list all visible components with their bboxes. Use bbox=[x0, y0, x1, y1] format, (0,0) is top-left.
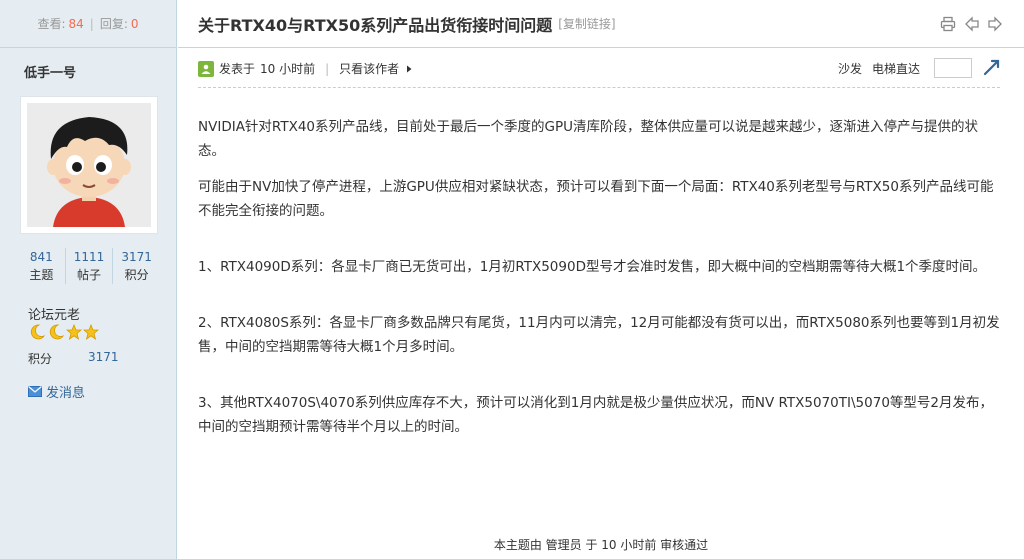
post-paragraph: 1、RTX4090D系列：各显卡厂商已无货可出，1月初RTX5090D型号才会准… bbox=[198, 259, 987, 275]
post-content: NVIDIA针对RTX40系列产品线，目前处于最后一个季度的GPU清库阶段，整体… bbox=[198, 115, 1002, 451]
avatar[interactable] bbox=[20, 96, 158, 234]
post-paragraph: 2、RTX4080S系列：各显卡厂商多数品牌只有尾货，11月内可以清完，12月可… bbox=[198, 315, 1000, 355]
send-message-label[interactable]: 发消息 bbox=[46, 382, 85, 401]
views-count: 84 bbox=[68, 16, 84, 31]
replies-label: 回复: bbox=[99, 17, 128, 31]
post-paragraph: NVIDIA针对RTX40系列产品线，目前处于最后一个季度的GPU清库阶段，整体… bbox=[198, 119, 978, 159]
rank-stars bbox=[28, 324, 99, 340]
post-paragraph: 3、其他RTX4070S\4070系列供应库存不大，预计可以消化到1月内就是极少… bbox=[198, 395, 993, 435]
stats-divider: | bbox=[89, 16, 94, 31]
star-icon bbox=[83, 324, 99, 340]
moon-icon bbox=[30, 324, 46, 340]
cartoon-avatar-icon bbox=[27, 103, 151, 227]
avatar-image[interactable] bbox=[27, 103, 151, 227]
user-rank: 论坛元老 bbox=[28, 308, 81, 323]
thread-stats: 查看: 84 | 回复: 0 bbox=[0, 0, 176, 48]
stat-posts[interactable]: 1111 帖子 bbox=[66, 248, 114, 284]
title-tools bbox=[940, 16, 1002, 32]
only-author-link[interactable]: 只看该作者 bbox=[339, 60, 399, 77]
go-floor-icon[interactable] bbox=[982, 59, 1000, 77]
points-label: 积分 bbox=[28, 352, 53, 366]
views-label: 查看: bbox=[37, 17, 66, 31]
post-paragraph: 可能由于NV加快了停产进程，上游GPU供应相对紧缺状态，预计可以看到下面一个局面… bbox=[198, 179, 994, 219]
stat-points[interactable]: 3171 积分 bbox=[113, 248, 160, 284]
post-nav: 沙发 电梯直达 bbox=[838, 58, 1000, 78]
envelope-icon bbox=[28, 386, 42, 397]
review-note: 本主题由 管理员 于 10 小时前 审核通过 bbox=[493, 538, 709, 552]
post-meta: 发表于 10 小时前 | 只看该作者 沙发 电梯直达 bbox=[198, 56, 1000, 88]
star-icon bbox=[66, 324, 82, 340]
stat-posts-label: 帖子 bbox=[77, 268, 102, 282]
online-status-icon bbox=[198, 60, 214, 77]
send-message-link[interactable]: 发消息 bbox=[28, 382, 85, 401]
prev-thread-icon[interactable] bbox=[965, 16, 979, 32]
page-title: 关于RTX40与RTX50系列产品出货衔接时间问题 bbox=[198, 15, 553, 35]
posted-time: 10 小时前 bbox=[260, 62, 316, 76]
copy-link-button[interactable]: [复制链接] bbox=[558, 15, 615, 32]
print-icon[interactable] bbox=[940, 16, 956, 32]
user-stats: 841 主题 1111 帖子 3171 积分 bbox=[18, 248, 160, 284]
floor-jump-input[interactable] bbox=[934, 58, 972, 78]
stat-topics-label: 主题 bbox=[29, 268, 54, 282]
replies-count: 0 bbox=[130, 16, 139, 31]
posted-prefix: 发表于 bbox=[219, 62, 256, 76]
author-sidebar: 查看: 84 | 回复: 0 低手一号 841 主题 1111 帖子 3171 … bbox=[0, 0, 177, 559]
points-row: 积分 3171 bbox=[28, 350, 119, 367]
post-main: 关于RTX40与RTX50系列产品出货衔接时间问题 [复制链接] 发表于 10 … bbox=[178, 0, 1024, 559]
floor-label: 沙发 bbox=[837, 61, 862, 76]
stat-topics-value[interactable]: 841 bbox=[18, 248, 65, 266]
stat-points-label: 积分 bbox=[124, 268, 149, 282]
title-row: 关于RTX40与RTX50系列产品出货衔接时间问题 [复制链接] bbox=[178, 0, 1024, 48]
elevator-label: 电梯直达 bbox=[871, 61, 920, 76]
next-thread-icon[interactable] bbox=[988, 16, 1002, 32]
moon-icon bbox=[49, 324, 65, 340]
meta-divider: | bbox=[325, 61, 330, 76]
stat-points-value[interactable]: 3171 bbox=[113, 248, 160, 266]
stat-posts-value[interactable]: 1111 bbox=[66, 248, 113, 266]
caret-right-icon bbox=[407, 65, 412, 72]
stat-topics[interactable]: 841 主题 bbox=[18, 248, 66, 284]
points-value: 3171 bbox=[88, 350, 119, 364]
